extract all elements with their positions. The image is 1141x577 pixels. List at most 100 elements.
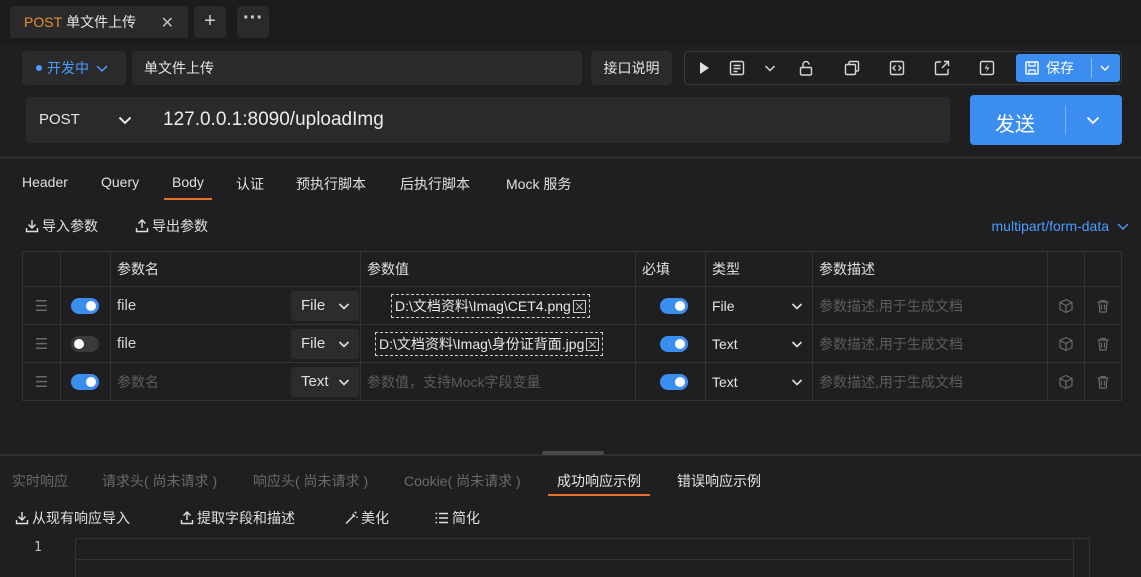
chevron-down-icon — [337, 299, 351, 313]
remove-file-icon[interactable] — [586, 337, 600, 351]
tab-request-headers[interactable]: 请求头( 尚未请求 ) — [102, 471, 217, 491]
beautify-button[interactable]: 美化 — [343, 508, 389, 528]
content-type-select[interactable]: multipart/form-data — [992, 218, 1129, 234]
required-toggle[interactable] — [660, 298, 688, 315]
enable-toggle[interactable] — [71, 298, 99, 315]
chevron-down-icon — [790, 299, 804, 313]
send-label: 发送 — [995, 114, 1035, 136]
api-doc-button[interactable]: 接口说明 — [591, 51, 672, 85]
close-icon[interactable]: ✕ — [161, 13, 174, 33]
api-name-input[interactable]: 单文件上传 — [132, 51, 582, 85]
simplify-label: 简化 — [452, 510, 480, 526]
trash-icon[interactable] — [1084, 324, 1122, 363]
method-select[interactable]: POST — [26, 97, 150, 143]
tab-body[interactable]: Body — [164, 174, 212, 200]
request-tab[interactable]: POST 单文件上传 ✕ — [10, 6, 188, 38]
chevron-down-icon — [116, 111, 134, 129]
param-value-input[interactable]: 参数值，支持Mock字段变量 — [367, 374, 540, 390]
tab-response-headers[interactable]: 响应头( 尚未请求 ) — [253, 471, 368, 491]
remove-file-icon[interactable] — [572, 299, 586, 313]
params-table: 参数名 参数值 必填 类型 参数描述 ☰ file File D:\文档资料\I… — [22, 251, 1122, 401]
tab-pre-script[interactable]: 预执行脚本 — [296, 174, 366, 194]
param-kind-select[interactable]: File — [291, 329, 359, 359]
code-icon[interactable] — [888, 59, 906, 77]
desc-input[interactable]: 参数描述,用于生成文档 — [819, 298, 963, 314]
response-example-editor[interactable] — [75, 538, 1090, 577]
tab-cookie[interactable]: Cookie( 尚未请求 ) — [404, 471, 521, 491]
file-path: D:\文档资料\Imag\身份证背面.jpg — [379, 335, 585, 352]
tab-header[interactable]: Header — [22, 174, 68, 190]
drag-handle-icon[interactable]: ☰ — [22, 362, 61, 401]
tab-error-example[interactable]: 错误响应示例 — [677, 471, 761, 491]
type-select[interactable]: Text — [712, 374, 812, 390]
chevron-down-icon[interactable] — [1084, 111, 1102, 129]
col-header-required: 必填 — [635, 251, 706, 287]
export-params-button[interactable]: 导出参数 — [134, 216, 208, 236]
request-tab-method: POST — [24, 14, 63, 30]
copy-icon[interactable] — [843, 59, 861, 77]
save-button[interactable]: 保存 — [1016, 54, 1120, 82]
required-toggle[interactable] — [660, 336, 688, 353]
unlock-icon[interactable] — [797, 59, 815, 77]
editor-scrollbar[interactable] — [1073, 539, 1089, 577]
request-tab-strip: POST 单文件上传 ✕ + ··· — [0, 0, 1141, 44]
param-name[interactable]: file — [117, 297, 136, 314]
file-chip[interactable]: D:\文档资料\Imag\身份证背面.jpg — [375, 331, 604, 356]
import-from-response-button[interactable]: 从现有响应导入 — [14, 508, 130, 528]
import-from-response-label: 从现有响应导入 — [32, 510, 130, 526]
tab-query[interactable]: Query — [101, 174, 139, 190]
chevron-down-icon — [790, 375, 804, 389]
document-icon[interactable] — [728, 59, 746, 77]
param-name-input[interactable]: 参数名 — [117, 374, 159, 390]
enable-toggle[interactable] — [71, 374, 99, 391]
environment-select[interactable]: 开发中 — [22, 51, 126, 85]
export-icon — [134, 218, 150, 234]
cube-icon[interactable] — [1047, 362, 1085, 401]
extract-fields-label: 提取字段和描述 — [197, 510, 295, 526]
more-icon: ··· — [243, 7, 263, 29]
list-icon — [434, 510, 450, 526]
type-select[interactable]: File — [712, 298, 812, 314]
trash-icon[interactable] — [1084, 286, 1122, 325]
chevron-down-icon — [337, 375, 351, 389]
chevron-down-icon[interactable] — [761, 59, 779, 77]
trash-icon[interactable] — [1084, 362, 1122, 401]
tab-mock[interactable]: Mock 服务 — [506, 174, 571, 194]
param-kind-select[interactable]: File — [291, 291, 359, 321]
run-icon[interactable] — [695, 59, 713, 77]
drag-handle-icon[interactable]: ☰ — [22, 324, 61, 363]
desc-input[interactable]: 参数描述,用于生成文档 — [819, 336, 963, 352]
simplify-button[interactable]: 简化 — [434, 508, 480, 528]
cube-icon[interactable] — [1047, 286, 1085, 325]
section-divider — [0, 156, 1141, 159]
file-chip[interactable]: D:\文档资料\Imag\CET4.png — [391, 293, 590, 318]
import-params-button[interactable]: 导入参数 — [24, 216, 98, 236]
tab-success-example[interactable]: 成功响应示例 — [548, 471, 650, 496]
flash-icon[interactable] — [978, 59, 996, 77]
request-tab-name: 单文件上传 — [66, 14, 137, 30]
share-icon[interactable] — [933, 59, 951, 77]
tab-live-response[interactable]: 实时响应 — [12, 471, 68, 491]
more-tabs-button[interactable]: ··· — [237, 6, 269, 38]
new-tab-button[interactable]: + — [194, 6, 226, 38]
url-input[interactable]: 127.0.0.1:8090/uploadImg — [150, 97, 950, 143]
chevron-down-icon — [95, 61, 109, 75]
env-status-dot — [36, 65, 42, 71]
extract-fields-button[interactable]: 提取字段和描述 — [179, 508, 295, 528]
send-button[interactable]: 发送 — [970, 95, 1122, 145]
request-toolbar: 保存 — [684, 51, 1122, 85]
cube-icon[interactable] — [1047, 324, 1085, 363]
chevron-down-icon — [1115, 218, 1131, 234]
drag-handle-icon[interactable]: ☰ — [22, 286, 61, 325]
tab-auth[interactable]: 认证 — [236, 174, 264, 194]
param-kind-select[interactable]: Text — [291, 367, 359, 397]
type-select[interactable]: Text — [712, 336, 812, 352]
chevron-down-icon[interactable] — [1098, 61, 1112, 75]
enable-toggle[interactable] — [71, 336, 99, 353]
required-toggle[interactable] — [660, 374, 688, 391]
param-name[interactable]: file — [117, 335, 136, 352]
desc-input[interactable]: 参数描述,用于生成文档 — [819, 374, 963, 390]
tab-post-script[interactable]: 后执行脚本 — [400, 174, 470, 194]
table-row: ☰ file File D:\文档资料\Imag\CET4.png File 参… — [22, 286, 1122, 325]
splitter-handle[interactable] — [542, 451, 604, 455]
